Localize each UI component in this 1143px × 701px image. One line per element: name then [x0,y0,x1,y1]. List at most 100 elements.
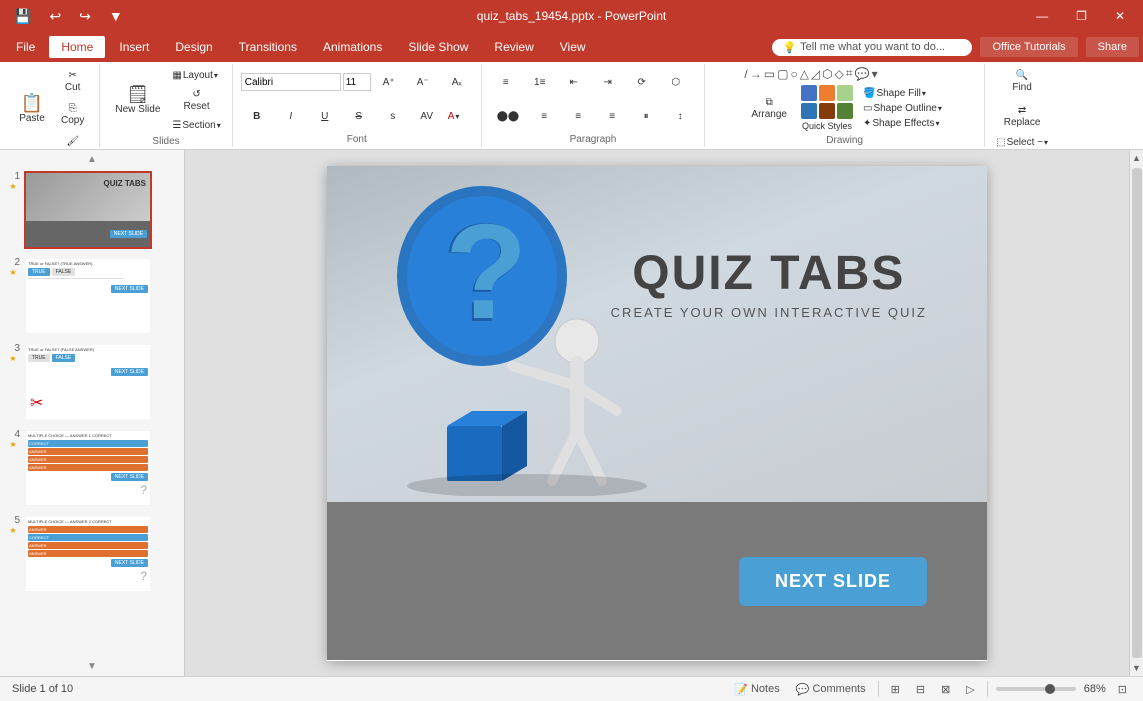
increase-indent-button[interactable]: ⇥ [592,73,624,92]
shape-hexagon[interactable]: ⬡ [822,67,832,81]
replace-button[interactable]: ⇄ Replace [993,101,1051,132]
shape-rounded-rect[interactable]: ▢ [777,67,788,81]
scrollbar-down-button[interactable]: ▼ [1131,662,1142,674]
shape-trapezoid[interactable]: ⌗ [846,66,853,81]
slide-thumb-2[interactable]: 2 ★ TRUE or FALSE? (TRUE ANSWER) TRUE FA… [4,255,180,337]
slide-sorter-button[interactable]: ⊟ [912,682,929,697]
shape-line[interactable]: / [744,67,747,81]
columns-button[interactable]: ⏸ [630,107,662,126]
clear-format-button[interactable]: Aₓ [441,73,473,92]
slide-thumb-img-2[interactable]: TRUE or FALSE? (TRUE ANSWER) TRUE FALSE … [24,257,152,335]
notes-button[interactable]: 📝 Notes [730,682,783,697]
shape-callout[interactable]: 💬 [855,67,870,81]
menu-item-transitions[interactable]: Transitions [227,36,309,58]
tell-me-input-area[interactable]: 💡 Tell me what you want to do... [772,39,972,56]
scrollbar-up-button[interactable]: ▲ [1131,152,1142,164]
decrease-indent-button[interactable]: ⇤ [558,73,590,92]
slide-panel-scroll-up[interactable]: ▲ [4,154,180,165]
bullet-list-button[interactable]: ≡ [490,73,522,92]
qs-cell-4[interactable] [801,103,817,119]
font-size-input[interactable] [343,73,371,91]
redo-button[interactable]: ↪ [73,6,97,27]
slide-thumb-1[interactable]: 1 ★ QUIZ TABS NEXT SLIDE [4,169,180,251]
shape-diamond[interactable]: ◇ [835,67,844,81]
restore-button[interactable]: ❐ [1066,5,1097,27]
scrollbar-thumb[interactable] [1132,168,1142,658]
section-dropdown[interactable]: ☰ Section ▾ [169,119,223,132]
customize-button[interactable]: ▼ [103,6,129,26]
minimize-button[interactable]: — [1026,5,1058,27]
menu-item-file[interactable]: File [4,36,47,58]
new-slide-button[interactable]: 🗒 New Slide [108,66,167,134]
cut-button[interactable]: ✂ Cut [54,66,91,97]
shape-arrow[interactable]: → [750,67,762,81]
shape-triangle[interactable]: △ [800,67,809,81]
undo-button[interactable]: ↩ [43,6,67,27]
increase-font-button[interactable]: A⁺ [373,73,405,92]
font-color-dropdown[interactable]: A ▾ [445,110,463,123]
shape-fill-dropdown[interactable]: 🪣 Shape Fill ▾ [860,87,945,100]
menu-item-home[interactable]: Home [49,36,105,58]
menu-item-insert[interactable]: Insert [107,36,161,58]
bold-button[interactable]: B [241,107,273,126]
qs-cell-6[interactable] [837,103,853,119]
text-direction-button[interactable]: ⟳ [626,73,658,92]
shape-rt-triangle[interactable]: ◿ [811,67,820,81]
strikethrough-button[interactable]: S [343,107,375,126]
slideshow-button[interactable]: ▷ [962,682,978,697]
shape-effects-dropdown[interactable]: ✦ Shape Effects ▾ [860,117,945,130]
qs-cell-5[interactable] [819,103,835,119]
shape-oval[interactable]: ○ [790,67,797,81]
convert-to-smartart-button[interactable]: ⬡ [660,73,692,92]
copy-button[interactable]: ⎘ Copy [54,99,91,130]
line-spacing-button[interactable]: ↕ [664,107,696,126]
arrange-button[interactable]: ⧉ Arrange [744,83,794,133]
reading-view-button[interactable]: ⊠ [937,682,954,697]
paste-button[interactable]: 📋 Paste [12,75,52,143]
layout-dropdown[interactable]: ▦ Layout ▾ [169,69,223,82]
decrease-font-button[interactable]: A⁻ [407,73,439,92]
menu-item-view[interactable]: View [548,36,598,58]
slide-thumb-img-1[interactable]: QUIZ TABS NEXT SLIDE [24,171,152,249]
save-button[interactable]: 💾 [8,6,37,27]
next-slide-button[interactable]: NEXT SLIDE [739,557,927,606]
italic-button[interactable]: I [275,107,307,126]
shape-outline-dropdown[interactable]: ▭ Shape Outline ▾ [860,102,945,115]
qs-cell-2[interactable] [819,85,835,101]
char-spacing-button[interactable]: AV [411,107,443,126]
slide-thumb-img-5[interactable]: MULTIPLE CHOICE — ANSWER 2 CORRECT ANSWE… [24,515,152,593]
reset-button[interactable]: ↺ Reset [169,85,223,116]
qs-cell-1[interactable] [801,85,817,101]
zoom-slider[interactable] [996,687,1076,691]
font-name-input[interactable] [241,73,341,91]
fit-button[interactable]: ⊡ [1114,682,1131,697]
close-button[interactable]: ✕ [1105,5,1135,27]
align-right-button[interactable]: ≡ [562,107,594,126]
select-dropdown[interactable]: ⬚ Select ~ ▾ [993,136,1051,149]
justify-button[interactable]: ≡ [596,107,628,126]
menu-item-review[interactable]: Review [482,36,545,58]
menu-item-animations[interactable]: Animations [311,36,394,58]
normal-view-button[interactable]: ⊞ [887,682,904,697]
share-button[interactable]: Share [1086,37,1139,57]
align-left-button[interactable]: ⬤⬤ [490,107,526,126]
office-tutorials-link[interactable]: Office Tutorials [980,37,1077,57]
qs-cell-3[interactable] [837,85,853,101]
format-painter-button[interactable]: 🖌 [54,132,91,151]
underline-button[interactable]: U [309,107,341,126]
align-center-button[interactable]: ≡ [528,107,560,126]
shape-more[interactable]: ▾ [872,67,878,81]
slide-thumb-img-4[interactable]: MULTIPLE CHOICE — ANSWER 1 CORRECT CORRE… [24,429,152,507]
menu-item-slideshow[interactable]: Slide Show [396,36,480,58]
slide-thumb-4[interactable]: 4 ★ MULTIPLE CHOICE — ANSWER 1 CORRECT C… [4,427,180,509]
slide-thumb-img-3[interactable]: TRUE or FALSE? (FALSE ANSWER) TRUE FALSE… [24,343,152,421]
shape-rect[interactable]: ▭ [764,67,775,81]
slide-panel-scroll-down[interactable]: ▼ [4,661,180,672]
slide-thumb-3[interactable]: 3 ★ TRUE or FALSE? (FALSE ANSWER) TRUE F… [4,341,180,423]
comments-button[interactable]: 💬 Comments [792,682,870,697]
slide-thumb-5[interactable]: 5 ★ MULTIPLE CHOICE — ANSWER 2 CORRECT A… [4,513,180,595]
shadow-button[interactable]: s [377,107,409,126]
find-button[interactable]: 🔍 Find [993,66,1051,97]
numbered-list-button[interactable]: 1≡ [524,73,556,92]
menu-item-design[interactable]: Design [163,36,224,58]
